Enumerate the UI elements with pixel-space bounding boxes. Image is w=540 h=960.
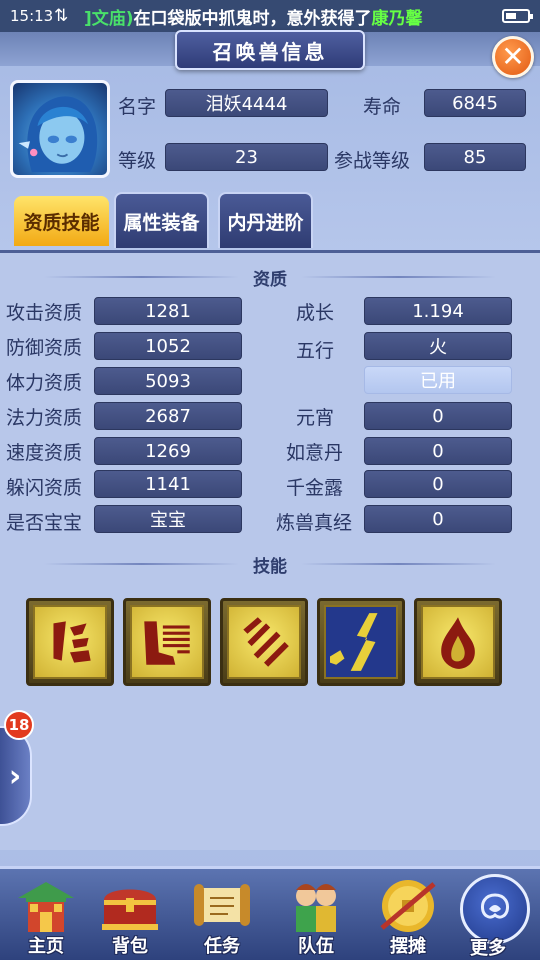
dodge-aptitude-value: 1141 <box>94 470 242 498</box>
nav-tasks-label: 任务 <box>204 936 240 957</box>
pet-name-field[interactable]: 泪妖4444 <box>165 89 328 117</box>
side-expand-button[interactable]: › <box>0 726 32 826</box>
notification-badge: 18 <box>4 710 34 740</box>
scroll-icon <box>194 884 250 926</box>
life-label: 寿命 <box>363 96 402 118</box>
battle-level-value: 85 <box>424 143 526 171</box>
lantern-label: 元宵 <box>296 407 335 429</box>
attack-aptitude-label: 攻击资质 <box>6 302 83 324</box>
nav-bag-label: 背包 <box>112 936 148 957</box>
growth-label: 成长 <box>296 302 335 324</box>
stamina-aptitude-value: 5093 <box>94 367 242 395</box>
page-title: 召唤兽信息 <box>175 30 365 70</box>
skill-rune-icon <box>53 621 91 663</box>
clock: 15:13 <box>10 7 54 25</box>
skills-section-title: 技能 <box>253 556 287 577</box>
skill-claw-icon <box>243 617 289 667</box>
nav-home-label: 主页 <box>28 936 64 957</box>
element-value: 火 <box>364 332 512 360</box>
tab-aptitude-skills[interactable]: 资质技能 <box>14 196 109 246</box>
data-transfer-icon: ⇅ <box>54 6 69 26</box>
dew-value: 0 <box>364 470 512 498</box>
nav-more-label: 更多 <box>470 938 506 959</box>
is-baby-value: 宝宝 <box>94 505 242 533</box>
coin-icon <box>380 880 436 932</box>
is-baby-label: 是否宝宝 <box>6 512 83 534</box>
close-icon: ✕ <box>501 40 525 73</box>
palace-icon <box>18 882 74 932</box>
skill-slot-2[interactable] <box>123 598 211 686</box>
status-bar: 15:13 ⇅ ]文庙)在口袋版中抓鬼时，意外获得了康乃馨 <box>0 0 540 32</box>
magic-aptitude-value: 2687 <box>94 402 242 430</box>
level-label: 等级 <box>118 150 157 172</box>
lantern-value: 0 <box>364 402 512 430</box>
nav-bag[interactable]: 背包 <box>88 872 172 960</box>
ticker-source: ]文庙) <box>84 8 134 29</box>
pet-portrait-icon <box>18 96 98 173</box>
element-label: 五行 <box>296 340 335 362</box>
battery-icon <box>502 9 533 23</box>
nav-stall-label: 摆摊 <box>390 936 426 957</box>
ruyi-pill-label: 如意丹 <box>286 442 344 464</box>
more-icon <box>481 893 509 919</box>
magic-aptitude-label: 法力资质 <box>6 407 83 429</box>
skill-flame-icon <box>441 617 475 669</box>
skill-slot-5[interactable] <box>414 598 502 686</box>
tab-inner-core[interactable]: 内丹进阶 <box>218 192 313 248</box>
dew-label: 千金露 <box>286 477 344 499</box>
ticker-message: 在口袋版中抓鬼时，意外获得了 <box>133 8 372 29</box>
ruyi-pill-value: 0 <box>364 437 512 465</box>
attack-aptitude-value: 1281 <box>94 297 242 325</box>
nav-tasks[interactable]: 任务 <box>180 872 264 960</box>
chevron-right-icon: › <box>8 758 22 794</box>
nav-team-label: 队伍 <box>298 936 334 957</box>
skill-slot-4[interactable] <box>317 598 405 686</box>
skill-slot-1[interactable] <box>26 598 114 686</box>
level-value: 23 <box>165 143 328 171</box>
defense-aptitude-value: 1052 <box>94 332 242 360</box>
team-icon <box>296 884 336 932</box>
nav-team[interactable]: 队伍 <box>274 872 358 960</box>
used-status-button[interactable]: 已用 <box>364 366 512 394</box>
close-button[interactable]: ✕ <box>492 36 534 78</box>
skill-lightning-icon <box>330 613 378 671</box>
dodge-aptitude-label: 躲闪资质 <box>6 477 83 499</box>
aptitude-section-header: 资质 <box>30 262 510 292</box>
nav-home[interactable]: 主页 <box>4 872 88 960</box>
pet-avatar <box>10 80 110 178</box>
skills-section-header: 技能 <box>30 549 510 579</box>
skill-slot-3[interactable] <box>220 598 308 686</box>
tab-attributes-equipment[interactable]: 属性装备 <box>114 192 209 248</box>
broadcast-ticker: ]文庙)在口袋版中抓鬼时，意外获得了康乃馨 <box>84 4 496 29</box>
life-value: 6845 <box>424 89 526 117</box>
ticker-item: 康乃馨 <box>371 8 423 29</box>
battle-level-label: 参战等级 <box>334 150 411 172</box>
speed-aptitude-value: 1269 <box>94 437 242 465</box>
nav-stall[interactable]: 摆摊 <box>366 872 450 960</box>
defense-aptitude-label: 防御资质 <box>6 337 83 359</box>
skill-boots-icon <box>144 621 190 665</box>
stamina-aptitude-label: 体力资质 <box>6 372 83 394</box>
beast-scripture-label: 炼兽真经 <box>276 512 353 534</box>
aptitude-section-title: 资质 <box>253 269 287 290</box>
chest-icon <box>102 889 158 930</box>
speed-aptitude-label: 速度资质 <box>6 442 83 464</box>
growth-value: 1.194 <box>364 297 512 325</box>
beast-scripture-value: 0 <box>364 505 512 533</box>
name-label: 名字 <box>118 96 157 118</box>
